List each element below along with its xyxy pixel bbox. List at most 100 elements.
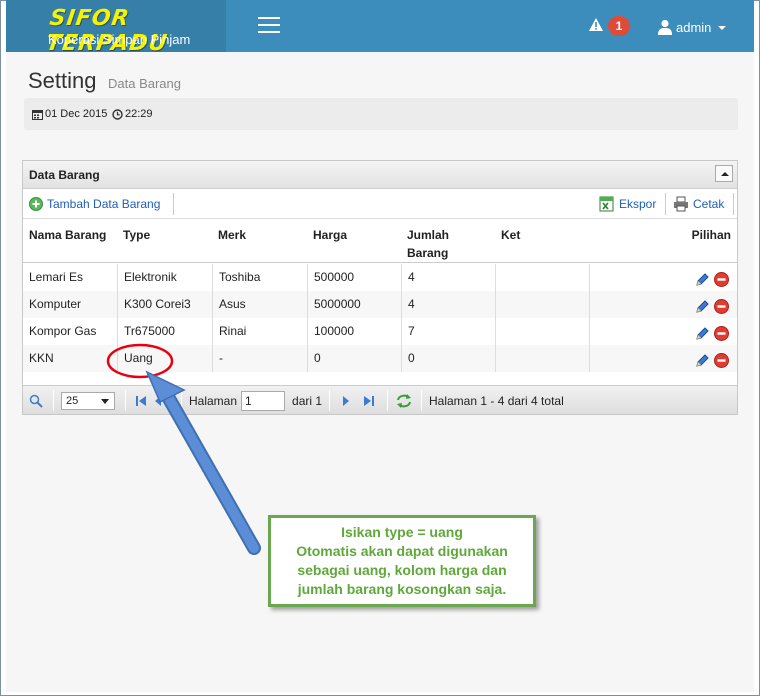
table-cell: 0 bbox=[307, 345, 401, 372]
top-navbar: SIFOR TERPADU Koperasi Simpan Pinjam 1 a… bbox=[6, 0, 754, 56]
collapse-button[interactable] bbox=[715, 165, 733, 182]
column-header[interactable]: Merk bbox=[218, 226, 246, 244]
date-bar: 01 Dec 2015 22:29 bbox=[24, 98, 738, 130]
column-header[interactable]: Nama Barang bbox=[29, 226, 106, 244]
table-cell: Elektronik bbox=[117, 264, 212, 291]
toolbar-divider bbox=[733, 193, 734, 215]
row-actions bbox=[589, 264, 737, 291]
search-button[interactable] bbox=[29, 386, 43, 415]
last-page-button[interactable] bbox=[361, 386, 375, 415]
prev-page-button[interactable] bbox=[153, 386, 163, 415]
table-cell bbox=[495, 291, 589, 318]
print-label: Cetak bbox=[693, 197, 725, 211]
time-text: 22:29 bbox=[125, 108, 153, 120]
logo-title: SIFOR TERPADU bbox=[44, 6, 170, 56]
table-cell: 4 bbox=[401, 264, 495, 291]
refresh-button[interactable] bbox=[395, 386, 413, 415]
edit-pencil-icon[interactable] bbox=[695, 270, 710, 286]
column-header[interactable]: Harga bbox=[313, 226, 347, 244]
delete-icon[interactable] bbox=[714, 297, 729, 314]
grid-toolbar: Tambah Data Barang Ekspor Cetak bbox=[23, 189, 737, 219]
add-item-button[interactable]: Tambah Data Barang bbox=[29, 193, 160, 215]
table-cell: K300 Corei3 bbox=[117, 291, 212, 318]
edit-pencil-icon[interactable] bbox=[695, 324, 710, 340]
table-cell: KKN bbox=[29, 351, 54, 365]
last-page-icon bbox=[364, 395, 374, 406]
column-header[interactable]: Jumlah Barang bbox=[407, 226, 463, 262]
chevron-down-icon bbox=[718, 26, 727, 30]
row-actions bbox=[589, 345, 737, 372]
page-total-label: dari 1 bbox=[292, 393, 323, 408]
table-cell: Rinai bbox=[212, 318, 307, 345]
toolbar-divider bbox=[665, 193, 666, 215]
excel-icon bbox=[599, 196, 614, 212]
callout-line: Otomatis akan dapat digunakan bbox=[296, 543, 508, 559]
panel-header: Data Barang bbox=[23, 161, 737, 189]
table-row[interactable]: Komputer K300 Corei3 Asus 5000000 4 bbox=[23, 291, 737, 318]
calendar-icon bbox=[32, 109, 43, 120]
column-header: Pilihan bbox=[691, 228, 731, 242]
refresh-icon bbox=[397, 393, 411, 408]
grid-pager: 25 Halaman 1 dari 1 Halaman 1 - 4 dari 4… bbox=[23, 385, 737, 414]
edit-pencil-icon[interactable] bbox=[695, 297, 710, 313]
next-page-button[interactable] bbox=[341, 386, 351, 415]
callout-line: sebagai uang, kolom harga dan bbox=[297, 562, 507, 578]
table-cell: 0 bbox=[401, 345, 495, 372]
table-cell bbox=[495, 264, 589, 291]
table-cell: 4 bbox=[401, 291, 495, 318]
sidebar-toggle-icon[interactable] bbox=[258, 17, 280, 35]
next-page-icon bbox=[343, 395, 349, 406]
data-barang-panel: Data Barang Tambah Data Barang Ekspor Ce… bbox=[22, 160, 738, 415]
user-menu[interactable]: admin bbox=[658, 16, 727, 38]
page-title: Setting bbox=[28, 68, 97, 93]
table-cell bbox=[495, 318, 589, 345]
table-cell: 5000000 bbox=[307, 291, 401, 318]
table-cell: - bbox=[212, 345, 307, 372]
table-cell: Asus bbox=[212, 291, 307, 318]
delete-icon[interactable] bbox=[714, 270, 729, 287]
user-name: admin bbox=[676, 19, 712, 35]
table-cell: 100000 bbox=[307, 318, 401, 345]
table-row[interactable]: Lemari Es Elektronik Toshiba 500000 4 bbox=[23, 264, 737, 291]
record-info: Halaman 1 - 4 dari 4 total bbox=[429, 393, 564, 408]
delete-icon[interactable] bbox=[714, 351, 729, 368]
print-button[interactable]: Cetak bbox=[673, 193, 724, 215]
table-row[interactable]: Kompor Gas Tr675000 Rinai 100000 7 bbox=[23, 318, 737, 345]
table-cell: Tr675000 bbox=[117, 318, 212, 345]
page-subtitle: Data Barang bbox=[108, 76, 181, 91]
page-number-input[interactable]: 1 bbox=[241, 390, 286, 411]
row-actions bbox=[589, 291, 737, 318]
table-cell: 7 bbox=[401, 318, 495, 345]
panel-title: Data Barang bbox=[29, 168, 100, 182]
edit-pencil-icon[interactable] bbox=[695, 351, 710, 367]
column-header[interactable]: Ket bbox=[501, 226, 520, 244]
export-label: Ekspor bbox=[619, 197, 657, 211]
table-cell: Lemari Es bbox=[29, 270, 84, 284]
notifications-button[interactable]: 1 bbox=[588, 16, 632, 38]
date-text: 01 Dec 2015 bbox=[45, 108, 108, 120]
export-button[interactable]: Ekspor bbox=[599, 193, 656, 215]
page-size-select[interactable]: 25 bbox=[61, 391, 115, 410]
printer-icon bbox=[674, 196, 688, 212]
table-row[interactable]: KKN Uang -0 0 bbox=[23, 345, 737, 372]
add-item-label: Tambah Data Barang bbox=[47, 197, 161, 211]
callout-line: Isikan type = uang bbox=[341, 524, 463, 540]
callout-line: jumlah barang kosongkan saja. bbox=[297, 581, 507, 597]
table-cell: Komputer bbox=[29, 297, 82, 311]
toolbar-divider bbox=[173, 193, 174, 215]
grid-header: Nama Barang Type Merk Harga Jumlah Baran… bbox=[23, 219, 737, 263]
table-cell: Uang bbox=[117, 345, 212, 372]
table-cell bbox=[495, 345, 589, 372]
table-cell: Toshiba bbox=[212, 264, 307, 291]
logo[interactable]: SIFOR TERPADU Koperasi Simpan Pinjam bbox=[6, 0, 226, 56]
first-page-icon bbox=[136, 395, 146, 406]
delete-icon[interactable] bbox=[714, 324, 729, 341]
date-display: 01 Dec 2015 bbox=[32, 108, 107, 120]
warning-icon bbox=[589, 18, 603, 31]
first-page-button[interactable] bbox=[135, 386, 149, 415]
column-header[interactable]: Type bbox=[123, 226, 150, 244]
user-icon bbox=[658, 19, 672, 35]
page-label: Halaman bbox=[189, 393, 238, 408]
logo-subtitle: Koperasi Simpan Pinjam bbox=[48, 32, 191, 47]
row-actions bbox=[589, 318, 737, 345]
